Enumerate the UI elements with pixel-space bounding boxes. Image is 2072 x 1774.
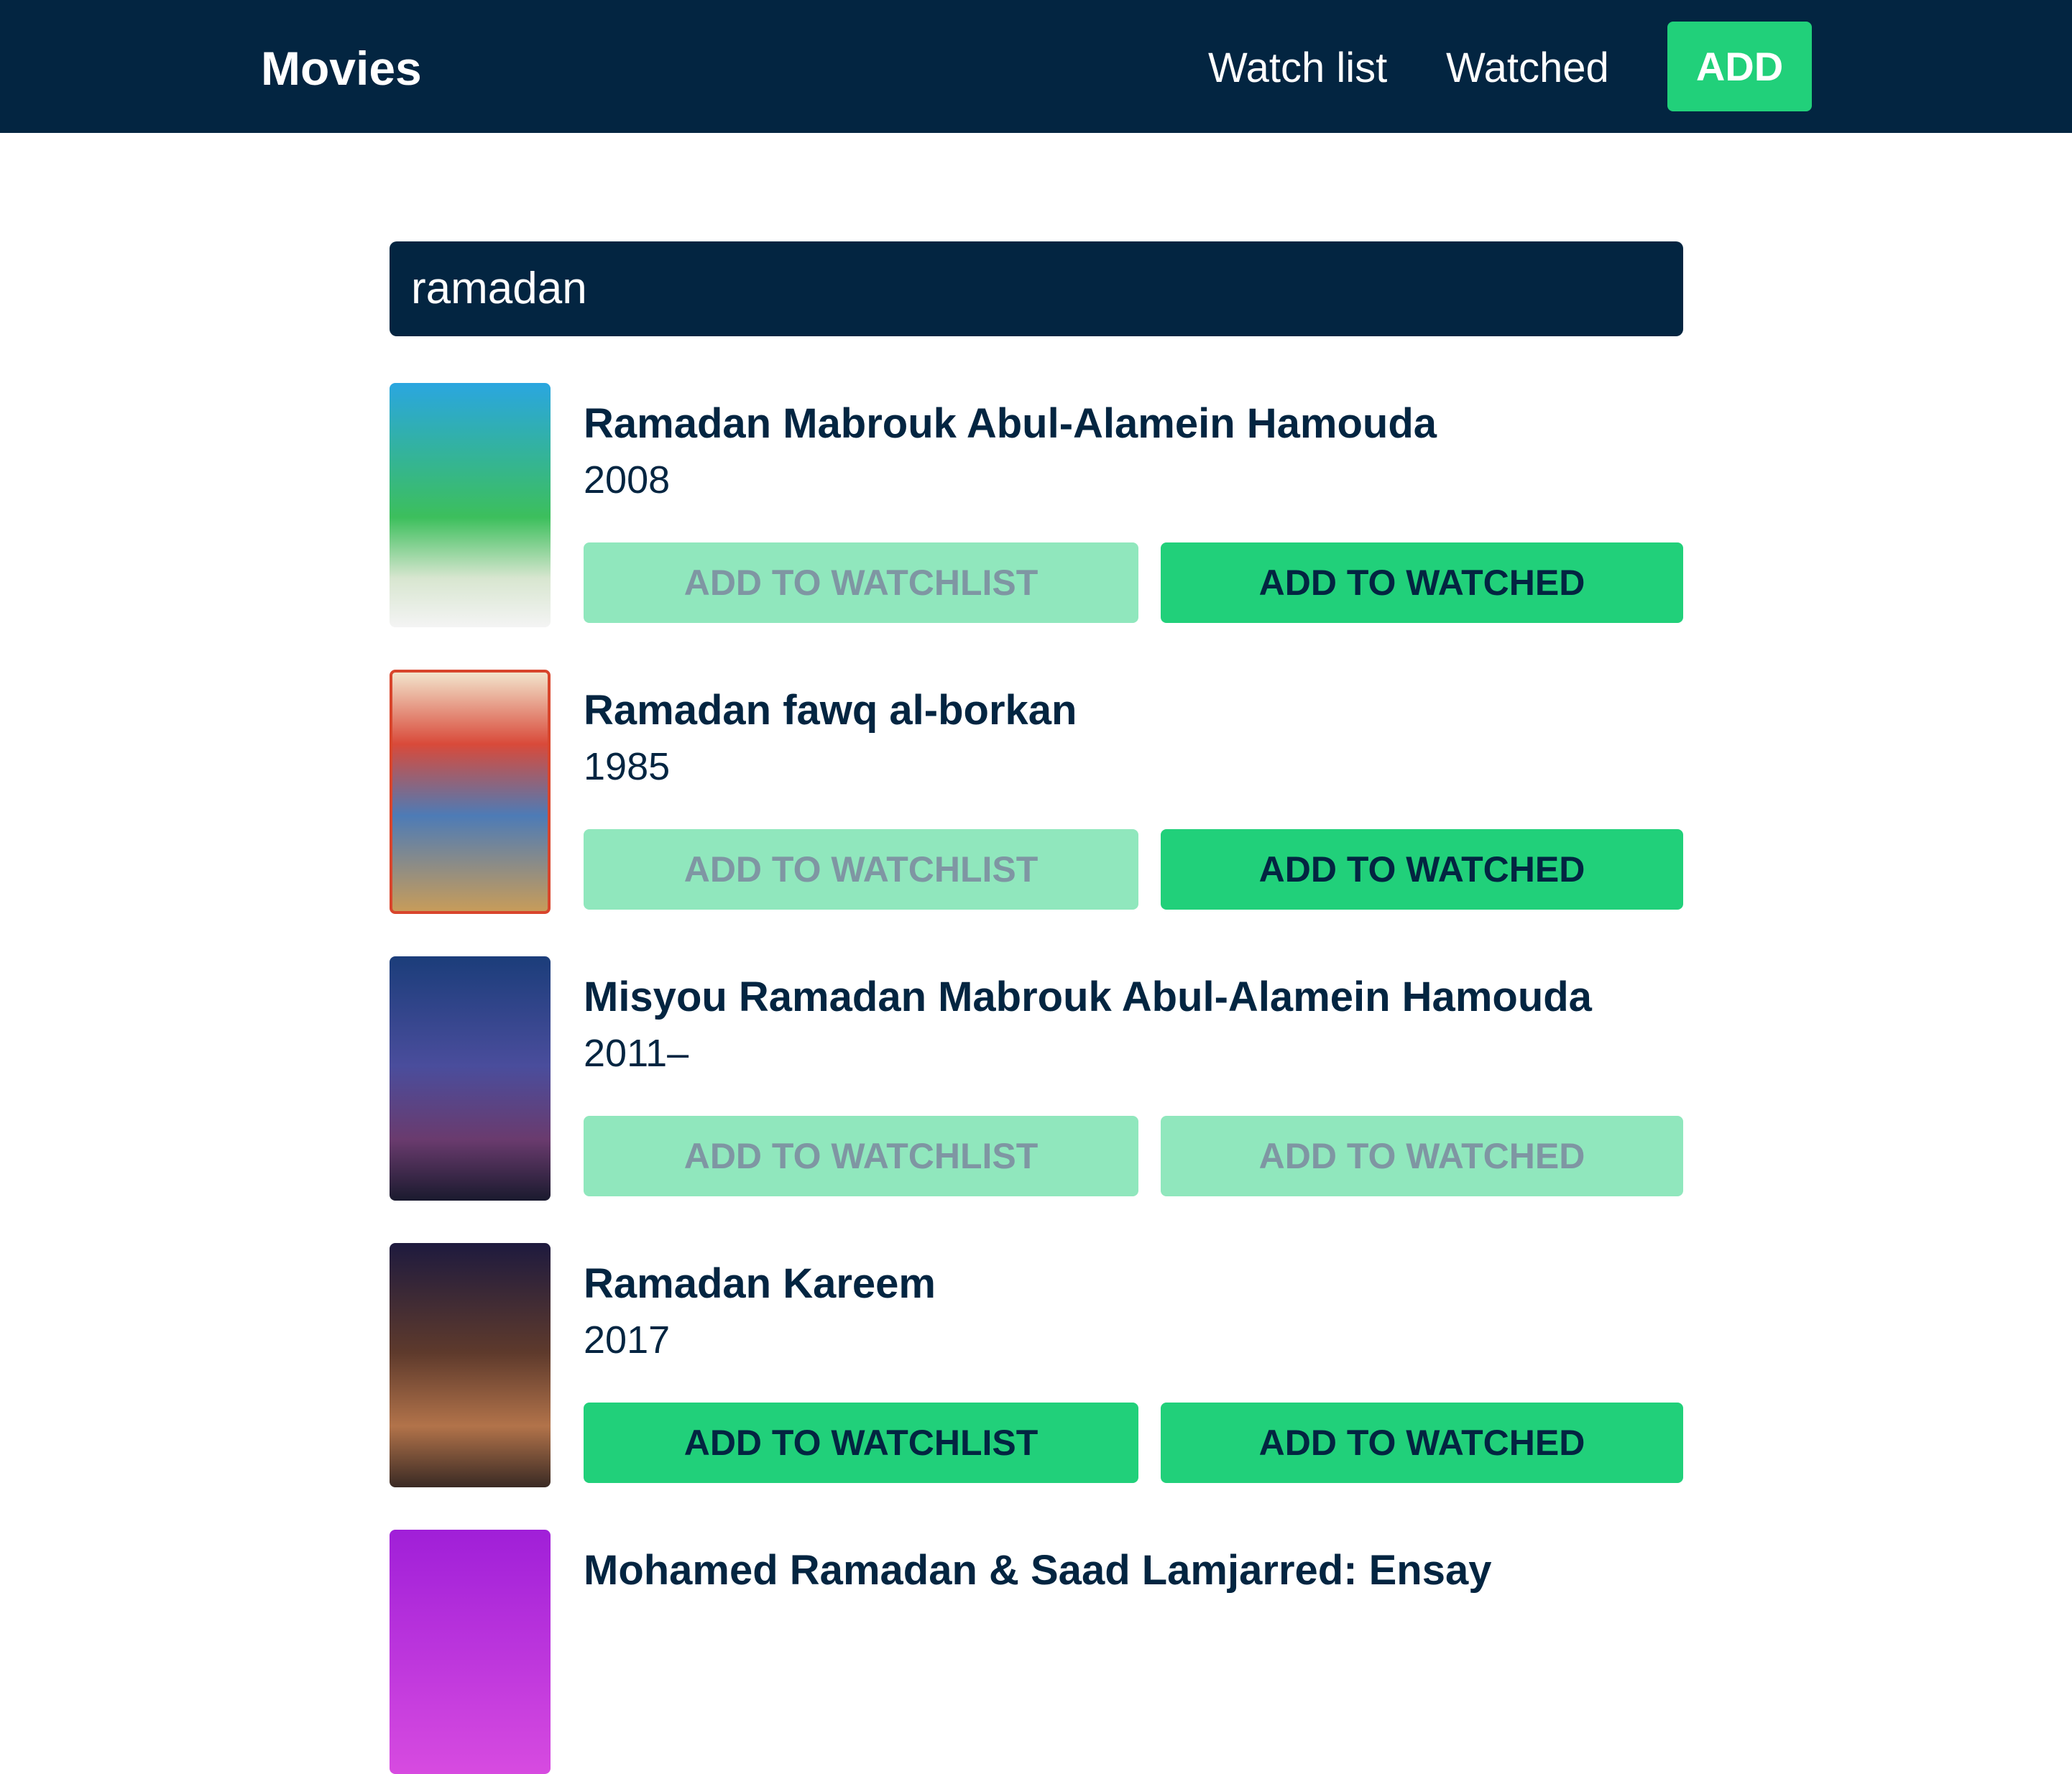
add-to-watchlist-button[interactable]: ADD TO WATCHLIST <box>584 1116 1138 1196</box>
search-input[interactable]: ramadan <box>390 241 1683 336</box>
nav-link-watched[interactable]: Watched <box>1446 40 1609 97</box>
add-to-watchlist-button[interactable]: ADD TO WATCHLIST <box>584 829 1138 910</box>
add-to-watched-button[interactable]: ADD TO WATCHED <box>1161 829 1683 910</box>
movie-title: Ramadan fawq al-borkan <box>584 687 1077 734</box>
result-item: Ramadan Kareem 2017 ADD TO WATCHLIST ADD… <box>390 1243 1683 1487</box>
brand-logo[interactable]: Movies <box>261 36 422 101</box>
add-to-watchlist-button[interactable]: ADD TO WATCHLIST <box>584 542 1138 623</box>
nav-link-watch-list[interactable]: Watch list <box>1208 40 1387 97</box>
movie-year: 2017 <box>584 1318 671 1362</box>
movie-title: Ramadan Mabrouk Abul-Alamein Hamouda <box>584 400 1437 447</box>
movie-year: 2008 <box>584 458 671 502</box>
movie-poster <box>390 1530 551 1774</box>
result-item: Misyou Ramadan Mabrouk Abul-Alamein Hamo… <box>390 956 1683 1201</box>
add-to-watched-button[interactable]: ADD TO WATCHED <box>1161 1116 1683 1196</box>
add-button[interactable]: ADD <box>1667 22 1812 111</box>
movie-title: Misyou Ramadan Mabrouk Abul-Alamein Hamo… <box>584 974 1592 1020</box>
movie-year: 1985 <box>584 745 671 788</box>
movie-title: Ramadan Kareem <box>584 1260 936 1307</box>
add-to-watchlist-button[interactable]: ADD TO WATCHLIST <box>584 1403 1138 1483</box>
movie-poster <box>390 1243 551 1487</box>
result-item: Mohamed Ramadan & Saad Lamjarred: Ensay <box>390 1530 1683 1774</box>
result-item: Ramadan Mabrouk Abul-Alamein Hamouda 200… <box>390 383 1683 627</box>
add-to-watched-button[interactable]: ADD TO WATCHED <box>1161 1403 1683 1483</box>
movie-poster <box>390 383 551 627</box>
movie-year: 2011– <box>584 1032 689 1075</box>
result-item: Ramadan fawq al-borkan 1985 ADD TO WATCH… <box>390 670 1683 914</box>
movie-poster <box>390 670 551 914</box>
add-to-watched-button[interactable]: ADD TO WATCHED <box>1161 542 1683 623</box>
top-navbar: Movies Watch list Watched ADD <box>0 0 2072 133</box>
movie-poster <box>390 956 551 1201</box>
